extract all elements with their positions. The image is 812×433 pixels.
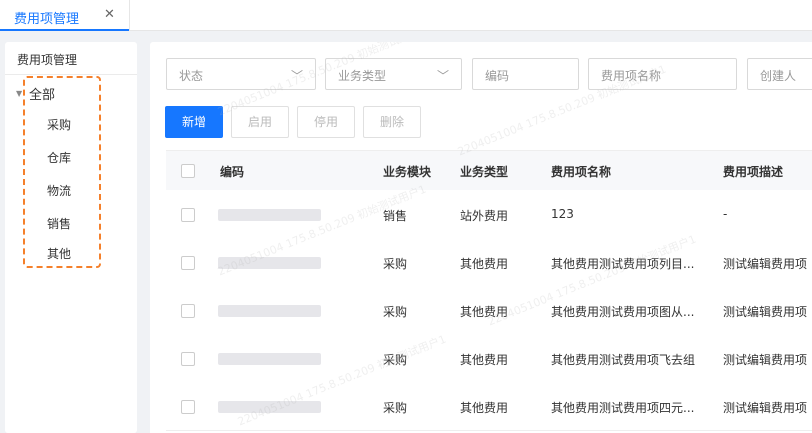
chevron-down-icon: ﹀ xyxy=(290,69,303,83)
disable-button[interactable]: 停用 xyxy=(297,106,355,138)
cell-description: 测试编辑费用项 xyxy=(723,353,808,367)
enable-button[interactable]: 启用 xyxy=(231,106,289,138)
highlight-box xyxy=(23,76,101,268)
row-checkbox[interactable] xyxy=(181,256,195,270)
cell-type: 其他费用 xyxy=(460,305,509,319)
cell-name: 其他费用测试费用项图从... xyxy=(551,305,695,319)
cell-name: 其他费用测试费用项四元... xyxy=(551,401,695,415)
creator-placeholder: 创建人 xyxy=(760,69,797,83)
expense-name-placeholder: 费用项名称 xyxy=(601,69,662,83)
row-checkbox[interactable] xyxy=(181,400,195,414)
tree-item-sales[interactable]: 销售 xyxy=(47,215,71,232)
column-header-description[interactable]: 费用项描述 xyxy=(723,163,783,180)
panel-title: 费用项管理 xyxy=(17,53,78,67)
code-placeholder: 编码 xyxy=(485,69,510,83)
cell-type: 其他费用 xyxy=(460,353,509,367)
tree-item-purchase[interactable]: 采购 xyxy=(47,116,71,133)
column-header-module[interactable]: 业务模块 xyxy=(383,163,431,180)
chevron-down-icon: ﹀ xyxy=(436,69,449,83)
cell-name: 其他费用测试费用项飞去组 xyxy=(551,353,696,367)
redacted-code xyxy=(218,305,321,317)
tab-bar: 费用项管理 ✕ xyxy=(0,0,812,31)
tree-item-warehouse[interactable]: 仓库 xyxy=(47,149,71,166)
main-content: 状态 ﹀ 业务类型 ﹀ 编码 费用项名称 创建人 新增 启用 停用 删除 编码 … xyxy=(150,42,812,433)
category-tree-panel: 费用项管理 ▼ 全部 采购 仓库 物流 销售 其他 xyxy=(5,42,137,433)
caret-down-icon[interactable]: ▼ xyxy=(16,89,22,98)
cell-description: 测试编辑费用项 xyxy=(723,401,808,415)
add-button[interactable]: 新增 xyxy=(165,106,223,138)
table-row[interactable]: 采购 其他费用 其他费用测试费用项飞去组 测试编辑费用项 xyxy=(166,334,812,383)
close-icon[interactable]: ✕ xyxy=(104,7,115,22)
tree-item-logistics[interactable]: 物流 xyxy=(47,182,71,199)
cell-description: 测试编辑费用项 xyxy=(723,305,808,319)
cell-module: 采购 xyxy=(383,401,408,415)
column-header-type[interactable]: 业务类型 xyxy=(460,163,508,180)
redacted-code xyxy=(218,209,321,221)
row-checkbox[interactable] xyxy=(181,352,195,366)
cell-module: 销售 xyxy=(383,209,408,223)
code-input[interactable]: 编码 xyxy=(472,58,579,90)
row-checkbox[interactable] xyxy=(181,304,195,318)
tab-expense-item-management[interactable]: 费用项管理 ✕ xyxy=(0,0,130,31)
table-row[interactable]: 采购 其他费用 其他费用测试费用项图从... 测试编辑费用项 xyxy=(166,286,812,335)
cell-name: 123 xyxy=(551,207,574,221)
status-select[interactable]: 状态 ﹀ xyxy=(166,58,316,90)
table-row[interactable]: 采购 其他费用 其他费用测试费用项列目... 测试编辑费用项 xyxy=(166,238,812,287)
cell-module: 采购 xyxy=(383,305,408,319)
divider xyxy=(5,74,137,75)
cell-description: 测试编辑费用项 xyxy=(723,257,808,271)
table-header: 编码 业务模块 业务类型 费用项名称 费用项描述 xyxy=(166,150,812,192)
select-all-checkbox[interactable] xyxy=(181,164,195,178)
cell-module: 采购 xyxy=(383,353,408,367)
expense-name-input[interactable]: 费用项名称 xyxy=(588,58,737,90)
cell-type: 其他费用 xyxy=(460,257,509,271)
redacted-code xyxy=(218,257,321,269)
tree-root-all[interactable]: 全部 xyxy=(29,84,55,103)
table-row[interactable]: 销售 站外费用 123 - xyxy=(166,190,812,239)
table-row[interactable]: 采购 其他费用 其他费用测试费用项四元... 测试编辑费用项 xyxy=(166,382,812,431)
redacted-code xyxy=(218,353,321,365)
cell-module: 采购 xyxy=(383,257,408,271)
cell-type: 其他费用 xyxy=(460,401,509,415)
tab-label: 费用项管理 xyxy=(14,12,80,27)
column-header-name[interactable]: 费用项名称 xyxy=(551,163,611,180)
cell-description: - xyxy=(723,207,728,221)
expense-table: 编码 业务模块 业务类型 费用项名称 费用项描述 销售 站外费用 123 - 采… xyxy=(166,150,812,433)
cell-name: 其他费用测试费用项列目... xyxy=(551,257,695,271)
business-type-placeholder: 业务类型 xyxy=(338,69,387,83)
delete-button[interactable]: 删除 xyxy=(363,106,421,138)
cell-type: 站外费用 xyxy=(460,209,509,223)
status-placeholder: 状态 xyxy=(179,69,204,83)
row-checkbox[interactable] xyxy=(181,208,195,222)
creator-input[interactable]: 创建人 xyxy=(747,58,812,90)
business-type-select[interactable]: 业务类型 ﹀ xyxy=(325,58,462,90)
column-header-code[interactable]: 编码 xyxy=(220,163,244,180)
redacted-code xyxy=(218,401,321,413)
tree-item-other[interactable]: 其他 xyxy=(47,245,71,262)
